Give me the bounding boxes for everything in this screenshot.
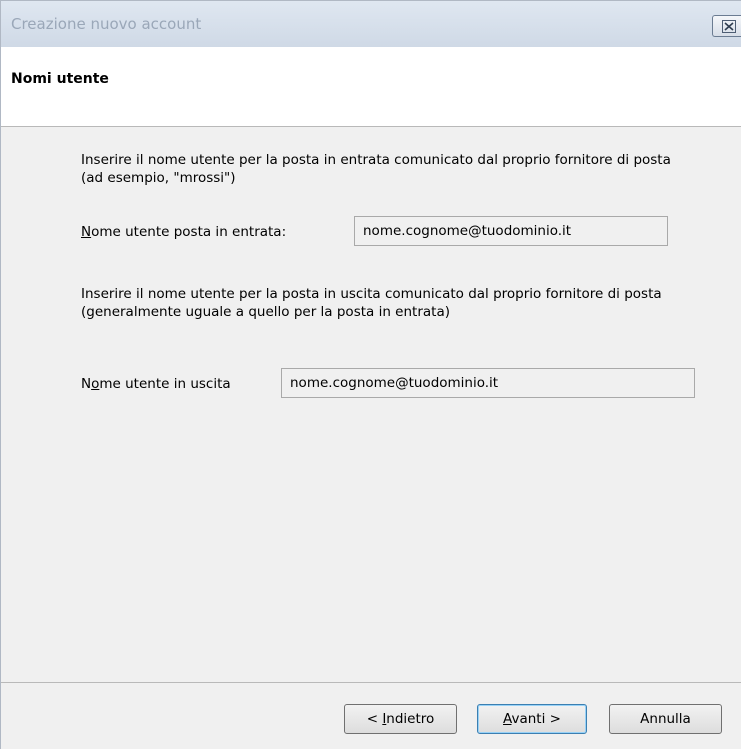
incoming-label-accel: N	[81, 224, 92, 240]
wizard-content: Inserire il nome utente per la posta in …	[1, 127, 741, 682]
title-bar: Creazione nuovo account	[1, 1, 741, 47]
incoming-description: Inserire il nome utente per la posta in …	[81, 152, 671, 186]
close-button[interactable]	[712, 15, 741, 37]
cancel-button[interactable]: Annulla	[609, 704, 722, 734]
incoming-label-text: ome utente posta in entrata:	[91, 224, 287, 240]
outgoing-description: Inserire il nome utente per la posta in …	[81, 286, 662, 320]
wizard-header: Nomi utente	[1, 47, 741, 127]
page-title: Nomi utente	[11, 71, 109, 87]
next-button[interactable]: Avanti >	[477, 704, 587, 734]
back-button-pre: <	[366, 711, 383, 727]
back-button[interactable]: < Indietro	[344, 704, 457, 734]
back-button-text: ndietro	[386, 711, 435, 727]
window-title: Creazione nuovo account	[11, 15, 202, 33]
next-button-text: vanti >	[511, 711, 561, 727]
outgoing-username-label: Nome utente in uscita	[81, 376, 231, 392]
incoming-username-label: Nome utente posta in entrata:	[81, 224, 286, 240]
outgoing-label-text: me utente in uscita	[99, 376, 231, 392]
wizard-footer: < Indietro Avanti > Annulla	[1, 682, 741, 749]
account-wizard-window: Creazione nuovo account Nomi utente Inse…	[0, 0, 741, 749]
incoming-username-field[interactable]: nome.cognome@tuodominio.it	[354, 216, 668, 246]
close-icon	[722, 20, 736, 33]
outgoing-label-pre: N	[81, 376, 92, 392]
outgoing-username-field[interactable]: nome.cognome@tuodominio.it	[281, 368, 695, 398]
